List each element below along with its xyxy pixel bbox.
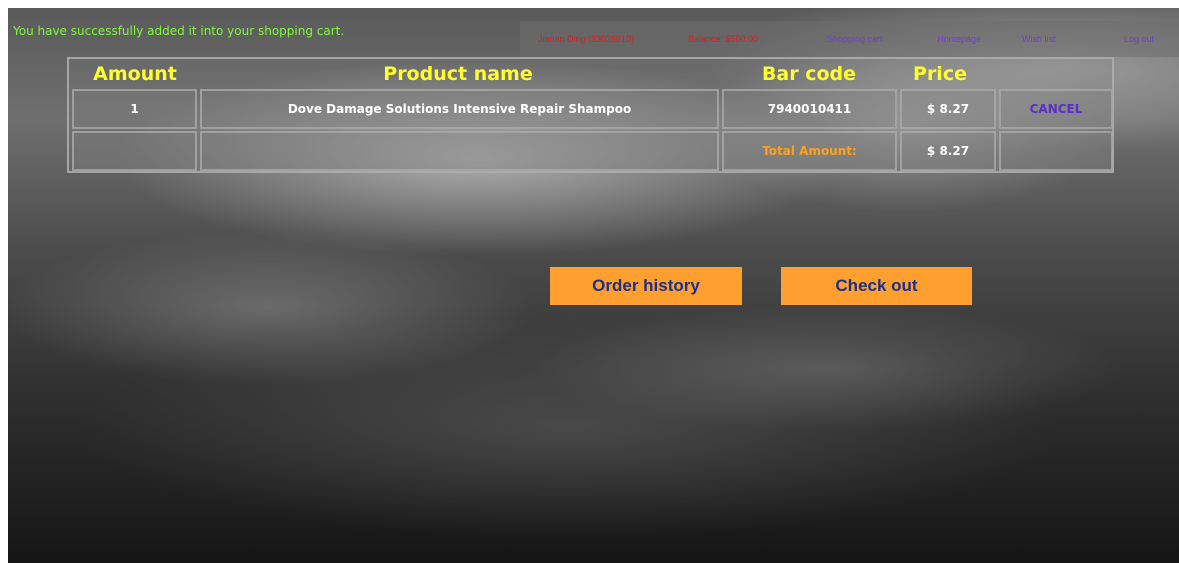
nav-link-shopping-cart[interactable]: Shopping cart — [827, 34, 883, 44]
column-header-bar-code: Bar code — [761, 63, 857, 85]
shopping-cart-table: Amount Product name Bar code Price 1 Dov… — [67, 57, 1114, 173]
cart-item-product-name: Dove Damage Solutions Intensive Repair S… — [200, 89, 719, 129]
total-row-empty-cell — [200, 131, 719, 171]
check-out-button[interactable]: Check out — [781, 267, 972, 305]
order-history-button[interactable]: Order history — [550, 267, 742, 305]
column-header-product-name: Product name — [383, 63, 533, 85]
success-message: You have successfully added it into your… — [13, 24, 345, 38]
total-amount-label: Total Amount: — [722, 131, 897, 171]
nav-link-log-out[interactable]: Log out — [1124, 34, 1154, 44]
nav-link-wish-list[interactable]: Wish list — [1022, 34, 1056, 44]
page-background: You have successfully added it into your… — [8, 8, 1179, 563]
cart-item-amount: 1 — [72, 89, 197, 129]
user-name-label: Jianan Ding (33026810) — [538, 34, 635, 44]
balance-label: Balance: $500.00 — [688, 34, 759, 44]
top-nav-bar: Jianan Ding (33026810) Balance: $500.00 … — [520, 21, 1179, 57]
total-row-empty-cell — [999, 131, 1113, 171]
cart-item-price: $ 8.27 — [900, 89, 996, 129]
cart-item-bar-code: 7940010411 — [722, 89, 897, 129]
total-amount-value: $ 8.27 — [900, 131, 996, 171]
column-header-price: Price — [913, 63, 967, 85]
column-header-amount: Amount — [93, 63, 177, 85]
nav-link-homepage[interactable]: Homepage — [937, 34, 981, 44]
cancel-item-button[interactable]: CANCEL — [999, 89, 1113, 129]
total-row-empty-cell — [72, 131, 197, 171]
